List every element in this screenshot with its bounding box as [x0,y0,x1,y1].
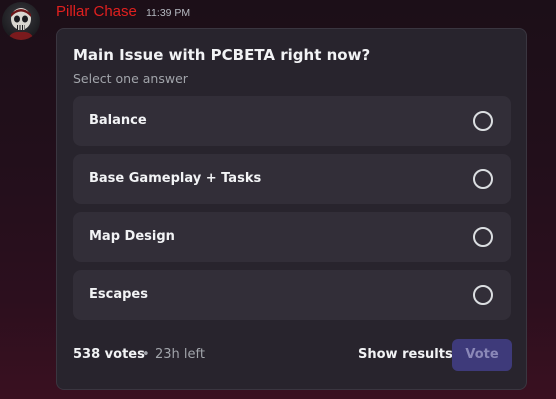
separator-dot: • [142,347,150,362]
skull-mask-avatar-icon [8,8,34,40]
username[interactable]: Pillar Chase [56,3,137,21]
poll-card: Main Issue with PCBETA right now? Select… [56,28,527,390]
avatar[interactable] [2,2,40,40]
poll-answer-label: Escapes [89,287,148,302]
radio-button[interactable] [473,111,493,131]
radio-button[interactable] [473,285,493,305]
poll-answer-base-gameplay[interactable]: Base Gameplay + Tasks [73,154,511,204]
radio-button[interactable] [473,169,493,189]
time-left: 23h left [155,347,205,362]
poll-answer-label: Base Gameplay + Tasks [89,171,262,186]
poll-question: Main Issue with PCBETA right now? [73,46,371,64]
poll-answer-label: Balance [89,113,147,128]
poll-answer-escapes[interactable]: Escapes [73,270,511,320]
message-timestamp: 11:39 PM [146,7,191,19]
vote-button[interactable]: Vote [452,339,512,371]
vote-count: 538 votes [73,347,145,362]
poll-answer-label: Map Design [89,229,175,244]
radio-button[interactable] [473,227,493,247]
poll-answer-map-design[interactable]: Map Design [73,212,511,262]
poll-subtitle: Select one answer [73,71,188,86]
show-results-button[interactable]: Show results [358,347,453,362]
poll-answer-balance[interactable]: Balance [73,96,511,146]
